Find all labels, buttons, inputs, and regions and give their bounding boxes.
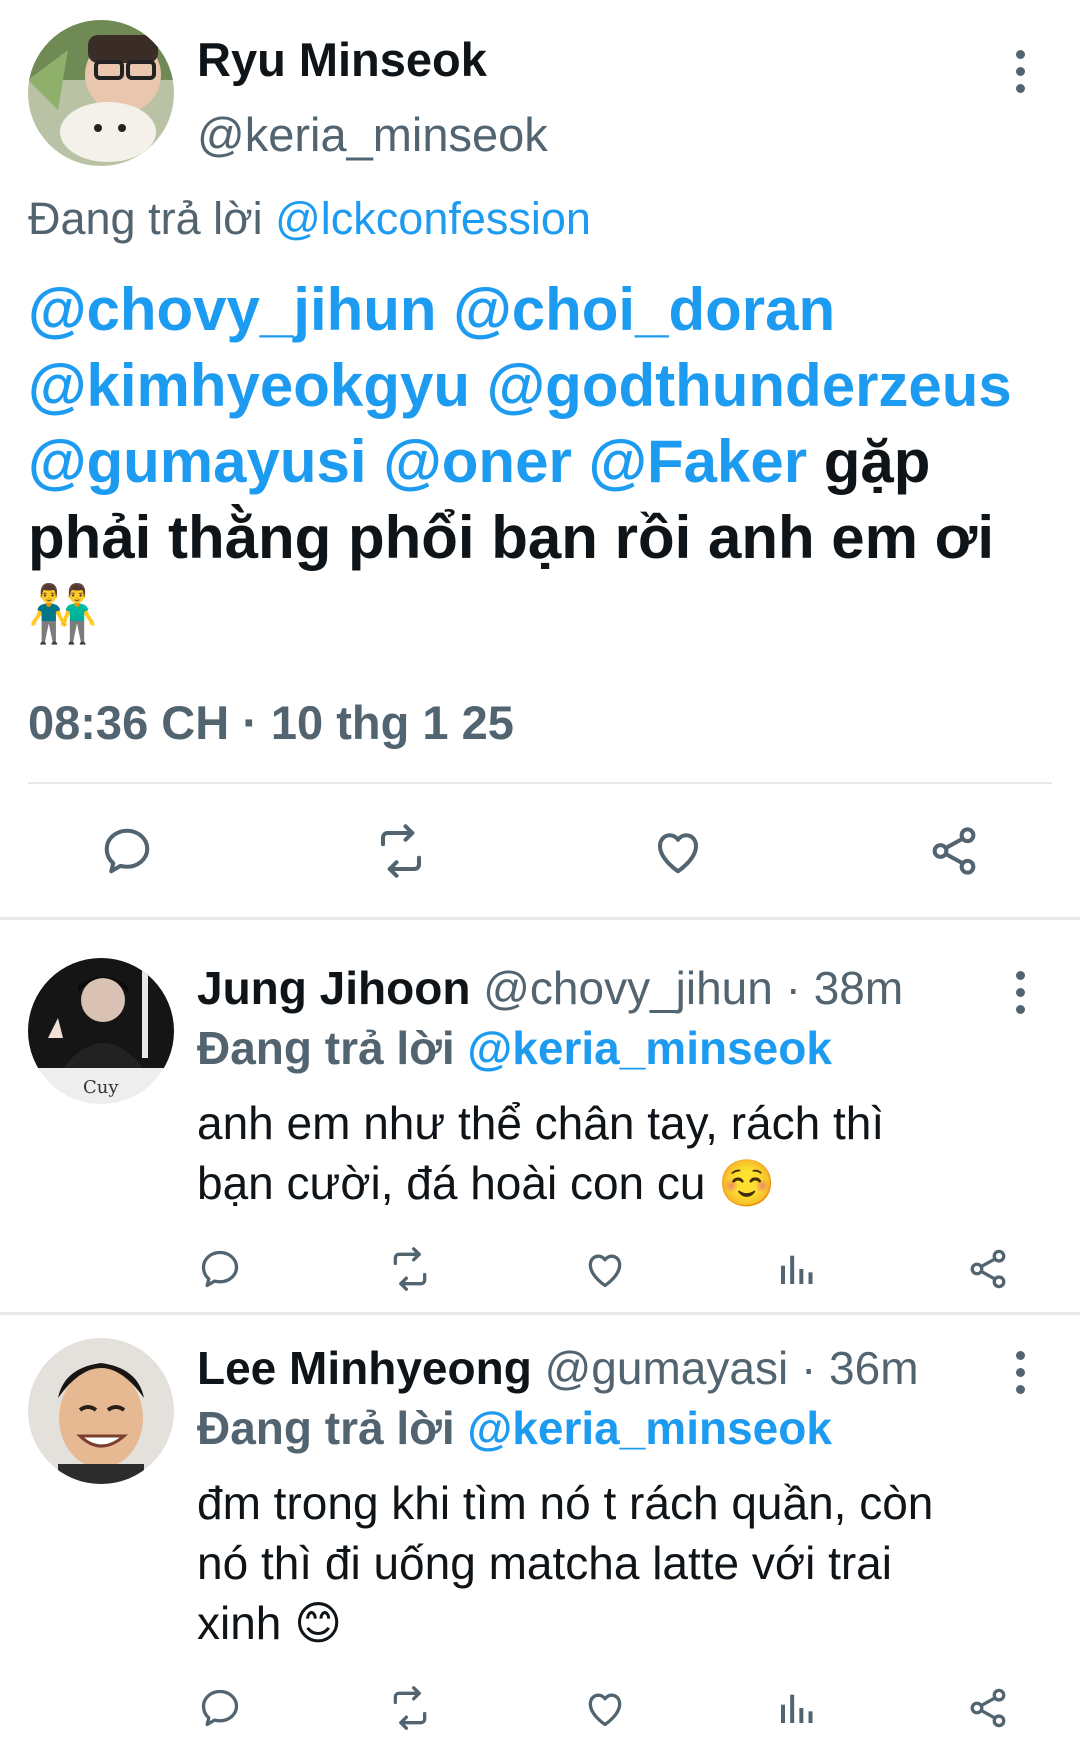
display-name[interactable]: Lee Minhyeong bbox=[197, 1342, 532, 1394]
reply-text-line: nó thì đi uống matcha latte với trai bbox=[197, 1537, 892, 1589]
reply-header: Lee Minhyeong @gumayasi · 36m bbox=[197, 1338, 919, 1398]
reply-text: anh em như thể chân tay, rách thì bạn cư… bbox=[197, 1093, 884, 1213]
views-icon[interactable] bbox=[776, 1247, 816, 1291]
timestamp[interactable]: 08:36 CH · 10 thg 1 25 bbox=[28, 693, 514, 753]
reply-text-line: bạn cười, đá hoài con cu bbox=[197, 1157, 706, 1209]
share-icon[interactable] bbox=[926, 824, 982, 878]
emoji: 👬 bbox=[28, 582, 98, 645]
display-name[interactable]: Ryu Minseok bbox=[197, 30, 487, 90]
display-name[interactable]: Jung Jihoon bbox=[197, 962, 470, 1014]
mention-link[interactable]: @oner bbox=[383, 428, 572, 495]
reply-text: đm trong khi tìm nó t rách quần, còn nó … bbox=[197, 1473, 933, 1653]
more-icon[interactable] bbox=[1016, 1351, 1025, 1394]
like-icon[interactable] bbox=[582, 1686, 628, 1730]
reply-context: Đang trả lời @keria_minseok bbox=[197, 1398, 832, 1458]
more-icon[interactable] bbox=[1016, 971, 1025, 1014]
mention-link[interactable]: @godthunderzeus bbox=[487, 352, 1012, 419]
retweet-icon[interactable] bbox=[372, 824, 430, 878]
reply-to-link[interactable]: @keria_minseok bbox=[467, 1022, 832, 1074]
divider bbox=[0, 1312, 1080, 1315]
divider bbox=[28, 782, 1052, 784]
reply-prefix: Đang trả lời bbox=[197, 1402, 455, 1454]
mention-link[interactable]: @kimhyeokgyu bbox=[28, 352, 470, 419]
reply-icon[interactable] bbox=[198, 1686, 242, 1730]
tweet-text-line: phải thằng phổi bạn rồi anh em ơi bbox=[28, 504, 995, 571]
mention-link[interactable]: @gumayusi bbox=[28, 428, 367, 495]
emoji: 😊 bbox=[294, 1597, 343, 1649]
avatar[interactable]: Cuy bbox=[28, 958, 174, 1104]
avatar[interactable] bbox=[28, 20, 174, 166]
share-icon[interactable] bbox=[966, 1686, 1010, 1730]
handle-time[interactable]: @chovy_jihun · 38m bbox=[483, 962, 903, 1014]
reply-to-link[interactable]: @lckconfession bbox=[275, 193, 591, 244]
reply-prefix: Đang trả lời bbox=[28, 193, 263, 244]
reply-to-link[interactable]: @keria_minseok bbox=[467, 1402, 832, 1454]
divider bbox=[0, 917, 1080, 920]
reply-context: Đang trả lời @keria_minseok bbox=[197, 1018, 832, 1078]
tweet-text: @chovy_jihun @choi_doran @kimhyeokgyu @g… bbox=[28, 272, 1068, 652]
more-icon[interactable] bbox=[1016, 50, 1025, 93]
mention-link[interactable]: @choi_doran bbox=[453, 276, 835, 343]
mention-link[interactable]: @chovy_jihun bbox=[28, 276, 437, 343]
emoji: ☺️ bbox=[718, 1157, 776, 1209]
retweet-icon[interactable] bbox=[386, 1686, 434, 1730]
reply-prefix: Đang trả lời bbox=[197, 1022, 455, 1074]
mention-link[interactable]: @Faker bbox=[588, 428, 807, 495]
handle[interactable]: @keria_minseok bbox=[197, 105, 548, 165]
reply-text-line: anh em như thể chân tay, rách thì bbox=[197, 1097, 885, 1149]
reply-icon[interactable] bbox=[198, 1247, 242, 1291]
avatar[interactable] bbox=[28, 1338, 174, 1484]
views-icon[interactable] bbox=[776, 1686, 816, 1730]
handle-time[interactable]: @gumayasi · 36m bbox=[545, 1342, 919, 1394]
retweet-icon[interactable] bbox=[386, 1247, 434, 1291]
like-icon[interactable] bbox=[650, 824, 706, 878]
like-icon[interactable] bbox=[582, 1247, 628, 1291]
share-icon[interactable] bbox=[966, 1247, 1010, 1291]
svg-text:Cuy: Cuy bbox=[83, 1077, 119, 1098]
reply-text-line: đm trong khi tìm nó t rách quần, còn bbox=[197, 1477, 934, 1529]
reply-icon[interactable] bbox=[100, 824, 154, 878]
reply-context: Đang trả lời @lckconfession bbox=[28, 190, 591, 248]
reply-header: Jung Jihoon @chovy_jihun · 38m bbox=[197, 958, 903, 1018]
tweet-text-inline: gặp bbox=[823, 428, 931, 495]
reply-text-line: xinh bbox=[197, 1597, 282, 1649]
